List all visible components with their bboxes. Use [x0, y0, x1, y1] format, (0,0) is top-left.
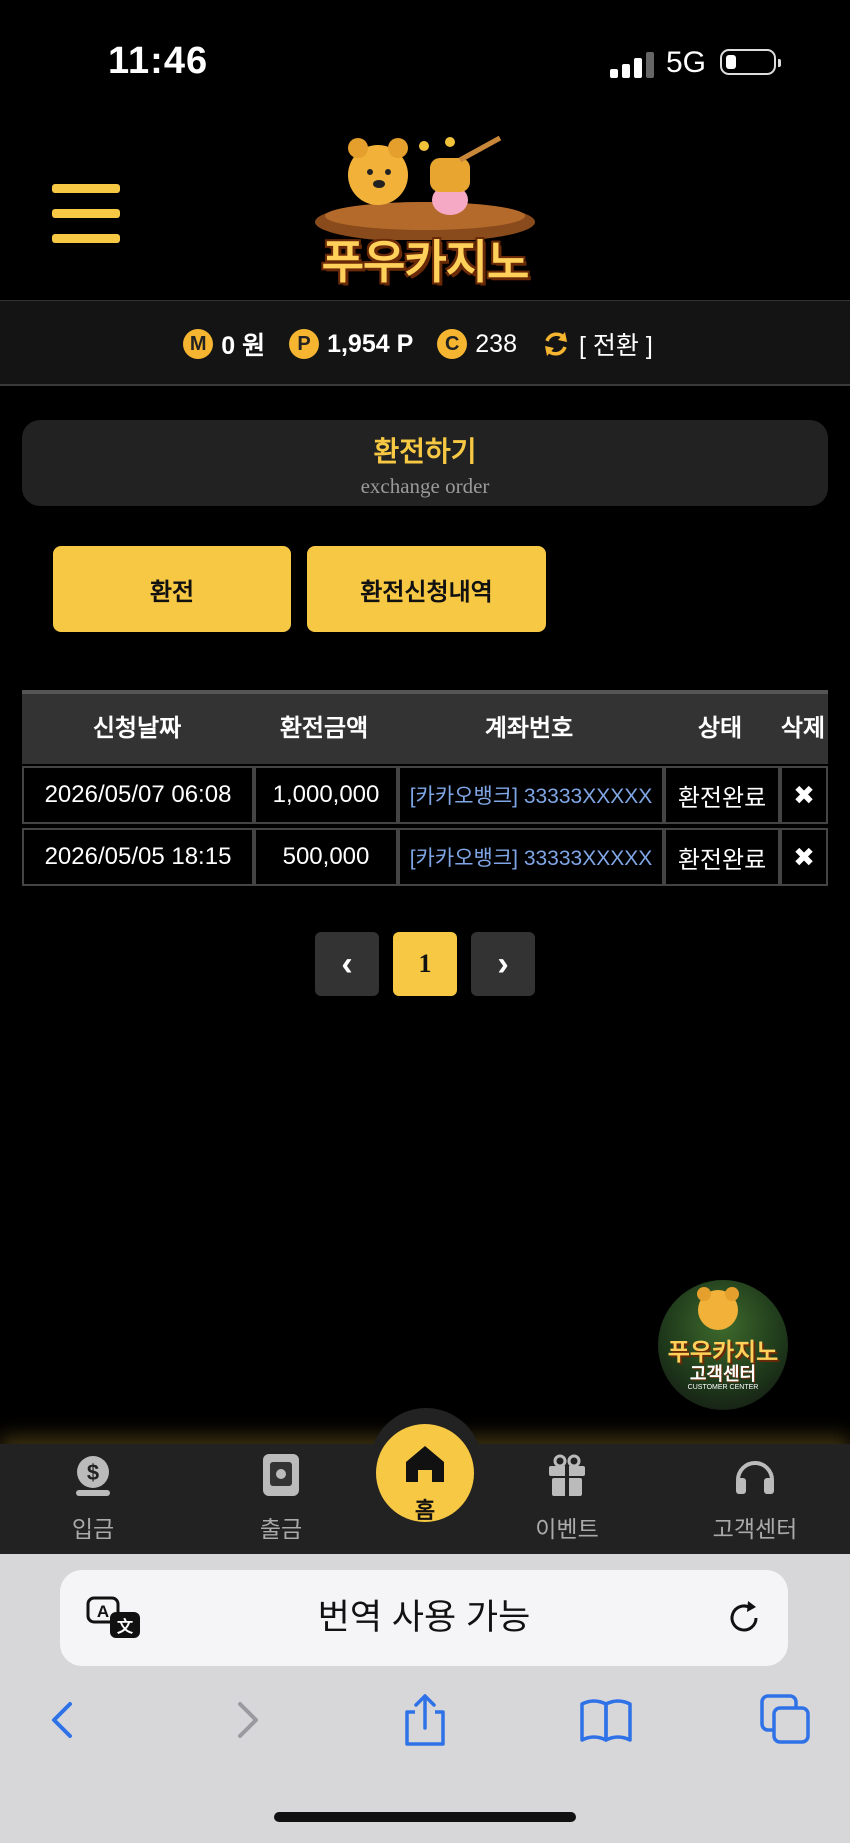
translate-text: 번역 사용 가능: [317, 1598, 531, 1637]
money-value: 0 원: [221, 332, 266, 360]
cell-account: [카카오뱅크] 33333XXXXX: [398, 766, 664, 824]
home-indicator: [274, 1812, 576, 1822]
translate-banner[interactable]: A 文 번역 사용 가능: [60, 1570, 788, 1666]
menu-icon[interactable]: [52, 184, 120, 243]
page-title: 환전하기: [373, 436, 477, 467]
tabs-icon[interactable]: [758, 1692, 814, 1748]
nav-home[interactable]: 홈: [376, 1424, 474, 1523]
nav-customer-center-label: 고객센터: [712, 1516, 798, 1542]
customer-center-sublabel: CUSTOMER CENTER: [687, 1384, 759, 1391]
bookmarks-icon[interactable]: [578, 1692, 634, 1748]
nav-event[interactable]: 이벤트: [492, 1452, 642, 1544]
money-balance: M 0 원: [183, 326, 265, 362]
point-value: 1,954 P: [327, 329, 414, 358]
table-row: 2026/05/07 06:08 1,000,000 [카카오뱅크] 33333…: [22, 766, 828, 826]
svg-text:$: $: [87, 1460, 99, 1485]
logo[interactable]: 푸우카지노: [300, 130, 550, 290]
c-coin-icon: C: [437, 329, 468, 359]
convert-button[interactable]: [ 전환 ]: [541, 326, 653, 362]
coin-value: 238: [475, 329, 517, 358]
col-amount: 환전금액: [279, 715, 369, 742]
home-icon: [406, 1446, 444, 1482]
nav-deposit[interactable]: $ 입금: [18, 1452, 168, 1544]
customer-center-bear-icon: [697, 1287, 739, 1330]
page-subtitle: exchange order: [360, 474, 490, 498]
nav-home-label: 홈: [414, 1498, 436, 1523]
deposit-icon: $: [76, 1456, 110, 1496]
customer-center-button[interactable]: 푸우카지노 고객센터 CUSTOMER CENTER: [658, 1280, 788, 1410]
delete-icon[interactable]: ✖: [780, 766, 828, 824]
battery-icon: [720, 49, 781, 75]
cell-status: 환전완료: [664, 828, 780, 886]
network-label: 5G: [666, 46, 707, 79]
nav-withdraw[interactable]: 출금: [206, 1452, 356, 1544]
next-page-button[interactable]: ›: [471, 932, 535, 996]
withdraw-icon: [263, 1454, 299, 1496]
page-1-button[interactable]: 1: [393, 932, 457, 996]
logo-text: 푸우카지노: [321, 236, 530, 288]
convert-label: [ 전환 ]: [578, 332, 653, 360]
forward-icon[interactable]: [218, 1692, 274, 1748]
nav-event-label: 이벤트: [535, 1516, 599, 1542]
tab-exchange-history[interactable]: 환전신청내역: [307, 546, 546, 632]
cell-status: 환전완료: [664, 766, 780, 824]
nav-customer-center[interactable]: 고객센터: [680, 1452, 830, 1544]
balance-bar: M 0 원 P 1,954 P C 238 [ 전환 ]: [0, 300, 850, 386]
page-title-box: 환전하기 exchange order: [22, 420, 828, 506]
money-coin-icon: M: [183, 329, 214, 359]
refresh-icon: [544, 332, 567, 356]
prev-page-button[interactable]: ‹: [315, 932, 379, 996]
nav-deposit-label: 입금: [71, 1516, 115, 1542]
logo-bear-icon: [315, 135, 535, 242]
point-balance: P 1,954 P: [289, 329, 413, 359]
cell-account: [카카오뱅크] 33333XXXXX: [398, 828, 664, 886]
cell-amount: 1,000,000: [254, 766, 398, 824]
table-row: 2026/05/05 18:15 500,000 [카카오뱅크] 33333XX…: [22, 828, 828, 888]
back-icon[interactable]: [36, 1692, 92, 1748]
tab-exchange[interactable]: 환전: [53, 546, 291, 632]
status-time: 11:46: [108, 40, 209, 82]
cell-amount: 500,000: [254, 828, 398, 886]
col-date: 신청날짜: [92, 715, 182, 742]
gift-icon: [549, 1454, 585, 1496]
cell-date: 2026/05/05 18:15: [22, 828, 254, 886]
headset-icon: [736, 1461, 774, 1494]
col-account: 계좌번호: [484, 715, 574, 742]
delete-icon[interactable]: ✖: [780, 828, 828, 886]
table-header: 신청날짜 환전금액 계좌번호 상태 삭제: [22, 690, 828, 764]
col-status: 상태: [697, 715, 743, 742]
nav-withdraw-label: 출금: [259, 1516, 303, 1542]
signal-icon: [610, 52, 654, 78]
coin-balance: C 238: [437, 329, 517, 359]
cell-date: 2026/05/07 06:08: [22, 766, 254, 824]
share-icon[interactable]: [397, 1692, 453, 1748]
reload-icon[interactable]: [724, 1598, 764, 1638]
point-coin-icon: P: [289, 329, 320, 359]
customer-center-label: 고객센터: [689, 1364, 757, 1384]
col-delete: 삭제: [780, 715, 826, 742]
